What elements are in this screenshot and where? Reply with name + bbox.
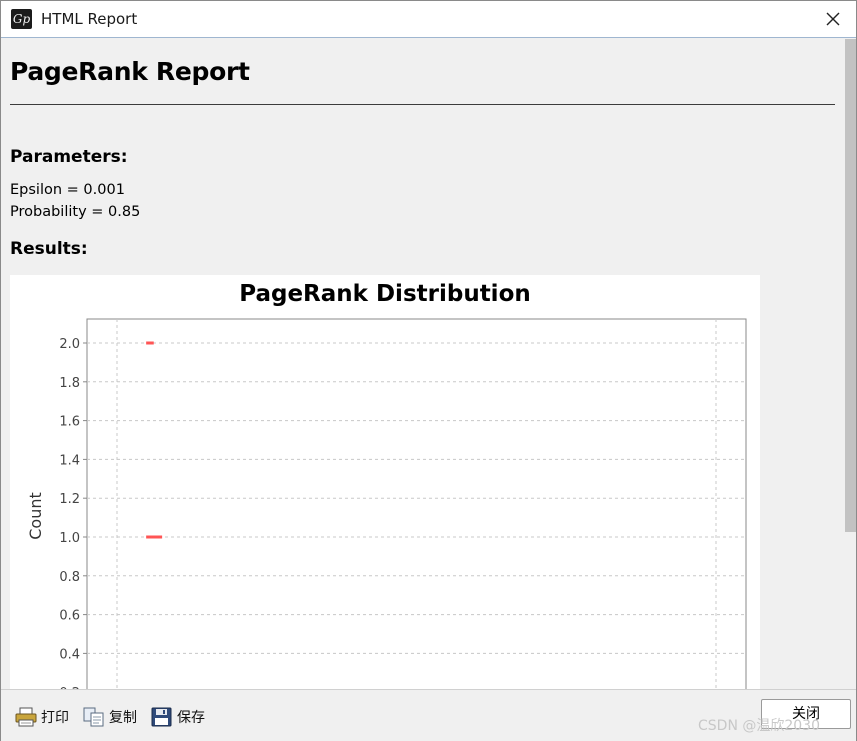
- close-icon: [826, 12, 840, 26]
- print-label: 打印: [41, 710, 69, 726]
- report-title: PageRank Report: [10, 57, 250, 86]
- scrollbar-thumb[interactable]: [845, 39, 856, 532]
- y-axis-ticks: 0.00.20.40.60.81.01.21.41.61.82.0: [59, 337, 87, 689]
- floppy-disk-icon: [151, 707, 172, 727]
- chart-svg: PageRank Distribution 0.00.20.40.60.81.0…: [26, 281, 747, 689]
- print-button[interactable]: 打印: [15, 705, 69, 729]
- watermark-text: CSDN @温欣2030: [698, 718, 820, 734]
- data-point: [154, 535, 159, 539]
- title-divider: [10, 104, 835, 105]
- bottom-toolbar: 打印 复制 保存 关闭 CSDN @温欣2030: [1, 689, 856, 741]
- report-content: PageRank Report Parameters: Epsilon = 0.…: [2, 39, 842, 689]
- y-tick-label: 0.4: [59, 647, 80, 662]
- window-close-button[interactable]: [810, 1, 856, 37]
- copy-button[interactable]: 复制: [83, 705, 137, 729]
- y-tick-label: 1.0: [59, 531, 80, 546]
- html-report-window: Gp HTML Report PageRank Report Parameter…: [0, 0, 857, 741]
- copy-label: 复制: [109, 710, 137, 726]
- y-tick-label: 1.8: [59, 376, 80, 391]
- y-tick-label: 0.8: [59, 570, 80, 585]
- results-heading: Results:: [10, 239, 88, 259]
- param-epsilon: Epsilon = 0.001: [10, 182, 125, 198]
- param-probability: Probability = 0.85: [10, 204, 141, 220]
- save-label: 保存: [177, 710, 205, 726]
- printer-icon: [15, 707, 37, 727]
- y-tick-label: 0.6: [59, 609, 80, 624]
- title-bar: Gp HTML Report: [1, 1, 856, 38]
- vertical-scrollbar[interactable]: [843, 39, 856, 689]
- copy-icon: [83, 707, 104, 727]
- data-point: [149, 341, 154, 345]
- save-button[interactable]: 保存: [151, 705, 205, 729]
- y-tick-label: 1.2: [59, 492, 80, 507]
- parameters-heading: Parameters:: [10, 147, 128, 167]
- y-tick-label: 1.6: [59, 415, 80, 430]
- chart-title: PageRank Distribution: [239, 281, 531, 307]
- window-title: HTML Report: [41, 10, 138, 28]
- pagerank-chart: PageRank Distribution 0.00.20.40.60.81.0…: [10, 275, 760, 689]
- plot-area: [86, 318, 747, 689]
- y-tick-label: 2.0: [59, 337, 80, 352]
- app-icon: Gp: [11, 9, 32, 29]
- y-axis-label: Count: [26, 492, 45, 540]
- y-tick-label: 1.4: [59, 453, 80, 468]
- data-point: [158, 535, 163, 539]
